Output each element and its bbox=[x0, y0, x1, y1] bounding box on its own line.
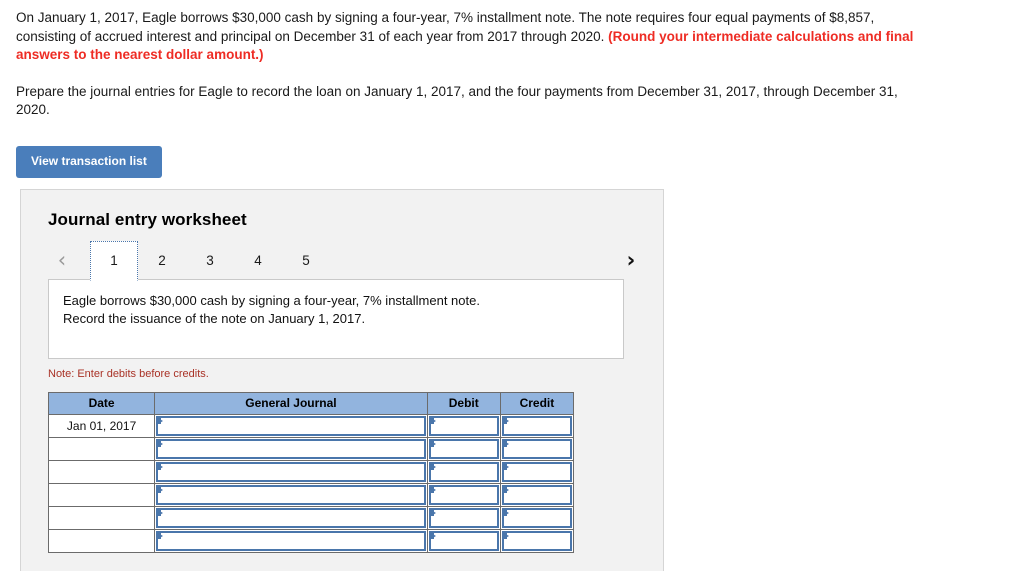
general-journal-cell-row-5[interactable] bbox=[154, 505, 428, 530]
date-cell-row-6[interactable] bbox=[47, 528, 156, 553]
table-row bbox=[47, 505, 575, 530]
debit-cell-row-1[interactable] bbox=[426, 413, 501, 438]
tab-2[interactable]: 2 bbox=[138, 241, 186, 278]
table-header-row: Date General Journal Debit Credit bbox=[47, 391, 575, 415]
tab-4[interactable]: 4 bbox=[234, 241, 282, 278]
date-cell-row-3[interactable] bbox=[47, 459, 156, 484]
debit-input-row-2[interactable] bbox=[428, 438, 499, 459]
debit-input-row-4[interactable] bbox=[428, 484, 499, 505]
credit-input-row-1[interactable] bbox=[501, 415, 572, 436]
credit-input-row-6[interactable] bbox=[501, 530, 572, 551]
journal-entry-table: Date General Journal Debit Credit Jan 01… bbox=[47, 391, 575, 553]
credit-cell-row-6[interactable] bbox=[499, 528, 575, 553]
debit-input-row-1[interactable] bbox=[428, 415, 499, 436]
credit-input-row-2[interactable] bbox=[501, 438, 572, 459]
transaction-description-box: Eagle borrows $30,000 cash by signing a … bbox=[48, 278, 624, 359]
table-row bbox=[47, 459, 575, 484]
problem-paragraph-1: On January 1, 2017, Eagle borrows $30,00… bbox=[16, 9, 926, 65]
chevron-right-icon[interactable]: › bbox=[617, 241, 645, 279]
general-journal-input-row-6[interactable] bbox=[156, 530, 426, 551]
credit-cell-row-3[interactable] bbox=[499, 459, 575, 484]
date-cell-row-1[interactable]: Jan 01, 2017 bbox=[47, 413, 156, 438]
date-cell-row-5[interactable] bbox=[47, 505, 156, 530]
worksheet-tabstrip: ‹ 1 2 3 4 5 › bbox=[48, 240, 645, 281]
journal-entry-worksheet-panel: Journal entry worksheet ‹ 1 2 3 4 5 › Ea… bbox=[20, 188, 664, 571]
column-header-credit: Credit bbox=[499, 391, 575, 415]
general-journal-cell-row-6[interactable] bbox=[154, 528, 428, 553]
problem-statement: On January 1, 2017, Eagle borrows $30,00… bbox=[0, 0, 1024, 120]
description-line-2: Record the issuance of the note on Janua… bbox=[63, 310, 366, 326]
general-journal-input-row-1[interactable] bbox=[156, 415, 426, 436]
tab-1[interactable]: 1 bbox=[90, 240, 138, 281]
date-cell-row-4[interactable] bbox=[47, 482, 156, 507]
table-row bbox=[47, 436, 575, 461]
debit-cell-row-4[interactable] bbox=[426, 482, 501, 507]
column-header-date: Date bbox=[47, 391, 156, 415]
general-journal-input-row-5[interactable] bbox=[156, 507, 426, 528]
debit-input-row-3[interactable] bbox=[428, 461, 499, 482]
general-journal-cell-row-1[interactable] bbox=[154, 413, 428, 438]
debit-cell-row-2[interactable] bbox=[426, 436, 501, 461]
credit-cell-row-4[interactable] bbox=[499, 482, 575, 507]
description-line-1: Eagle borrows $30,000 cash by signing a … bbox=[63, 292, 480, 308]
table-row bbox=[47, 528, 575, 553]
problem-paragraph-2: Prepare the journal entries for Eagle to… bbox=[16, 83, 898, 118]
tab-3[interactable]: 3 bbox=[186, 241, 234, 278]
credit-cell-row-1[interactable] bbox=[499, 413, 575, 438]
general-journal-cell-row-2[interactable] bbox=[154, 436, 428, 461]
credit-input-row-3[interactable] bbox=[501, 461, 572, 482]
column-header-debit: Debit bbox=[426, 391, 501, 415]
general-journal-cell-row-3[interactable] bbox=[154, 459, 428, 484]
tab-5[interactable]: 5 bbox=[282, 241, 330, 278]
worksheet-tabs: 1 2 3 4 5 bbox=[90, 240, 330, 281]
debit-input-row-6[interactable] bbox=[428, 530, 499, 551]
date-cell-row-2[interactable] bbox=[47, 436, 156, 461]
credit-input-row-5[interactable] bbox=[501, 507, 572, 528]
debits-before-credits-note: Note: Enter debits before credits. bbox=[48, 367, 209, 380]
debit-cell-row-3[interactable] bbox=[426, 459, 501, 484]
general-journal-input-row-3[interactable] bbox=[156, 461, 426, 482]
general-journal-input-row-4[interactable] bbox=[156, 484, 426, 505]
panel-title: Journal entry worksheet bbox=[48, 209, 247, 229]
general-journal-input-row-2[interactable] bbox=[156, 438, 426, 459]
chevron-left-icon[interactable]: ‹ bbox=[48, 241, 76, 279]
table-row bbox=[47, 482, 575, 507]
credit-cell-row-5[interactable] bbox=[499, 505, 575, 530]
toolbar: View transaction list bbox=[0, 145, 1024, 178]
column-header-general-journal: General Journal bbox=[154, 391, 428, 415]
debit-input-row-5[interactable] bbox=[428, 507, 499, 528]
debit-cell-row-5[interactable] bbox=[426, 505, 501, 530]
general-journal-cell-row-4[interactable] bbox=[154, 482, 428, 507]
view-transaction-list-button[interactable]: View transaction list bbox=[16, 145, 162, 178]
debit-cell-row-6[interactable] bbox=[426, 528, 501, 553]
credit-cell-row-2[interactable] bbox=[499, 436, 575, 461]
table-row: Jan 01, 2017 bbox=[47, 413, 575, 438]
credit-input-row-4[interactable] bbox=[501, 484, 572, 505]
